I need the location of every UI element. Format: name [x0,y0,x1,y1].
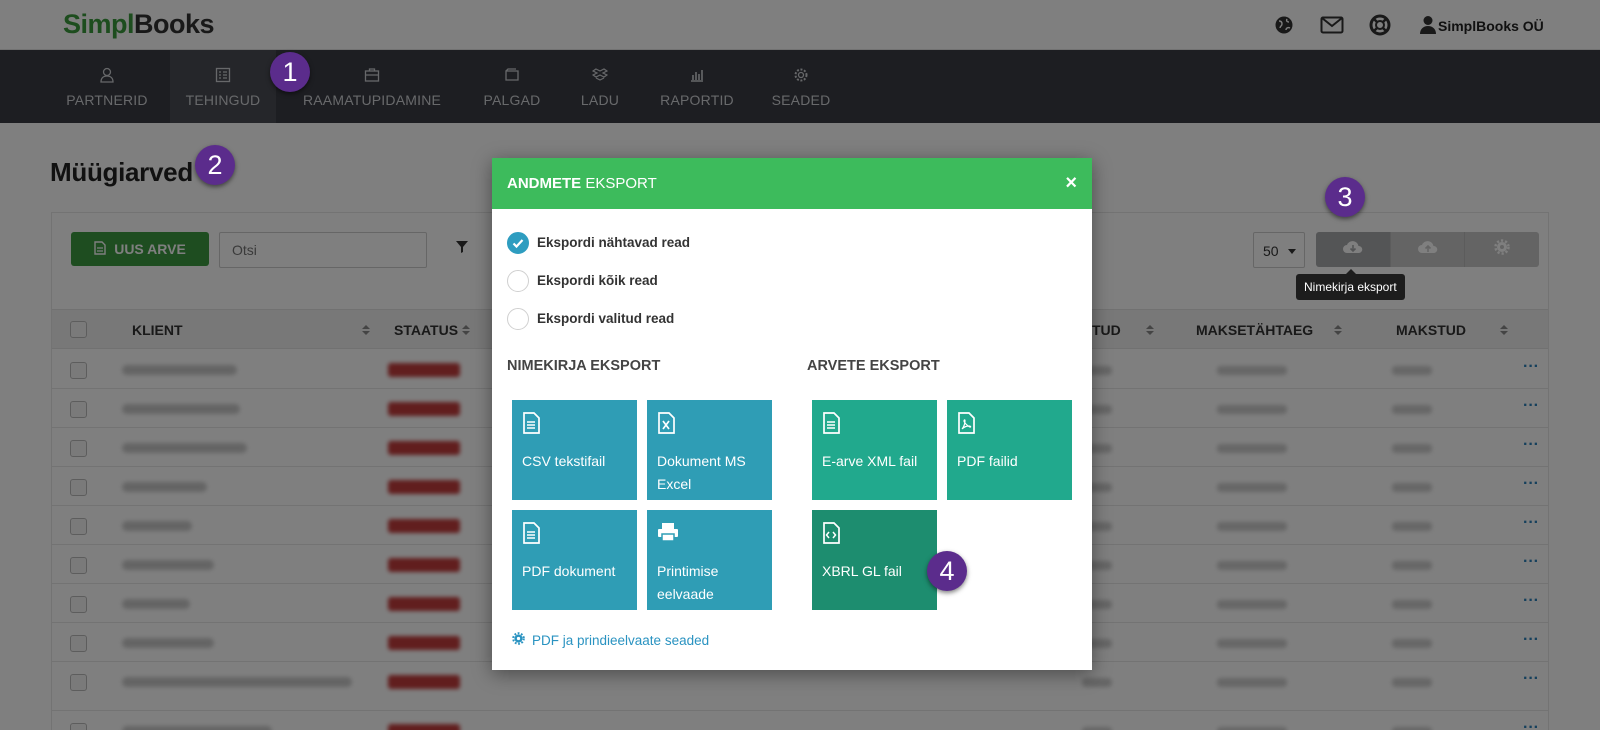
modal-title-rest: EKSPORT [581,175,657,192]
tooltip: Nimekirja eksport [1296,269,1405,300]
radio-selected-rows[interactable] [507,308,529,330]
radio-label[interactable]: Ekspordi valitud read [537,311,674,326]
xbrl-gl-tile[interactable]: XBRL GL fail [812,510,937,610]
radio-label[interactable]: Ekspordi kõik read [537,273,658,288]
modal-header: ANDMETE EKSPORT [492,158,1092,209]
tile-label: Printimise eelvaade [657,563,719,602]
annotation-badge: 2 [195,145,235,185]
invoice-export-heading: ARVETE EKSPORT [807,358,940,374]
file-text-icon [522,522,627,546]
excel-export-tile[interactable]: Dokument MS Excel [647,400,772,500]
settings-link-label: PDF ja prindieelvaate seaded [532,632,710,648]
printer-icon [657,522,762,546]
file-text-icon [522,412,627,436]
app-page: SimplBooks SimplBooks OÜ PARTNERID TEHIN… [0,0,1600,730]
tile-label: PDF dokument [522,563,616,579]
tile-label: XBRL GL fail [822,563,902,579]
gear-icon [512,632,525,648]
e-invoice-xml-tile[interactable]: E-arve XML fail [812,400,937,500]
radio-label[interactable]: Ekspordi nähtavad read [537,235,690,250]
modal-title-bold: ANDMETE [507,175,582,192]
export-modal: ANDMETE EKSPORT × Ekspordi nähtavad read… [492,158,1092,670]
print-preview-tile[interactable]: Printimise eelvaade [647,510,772,610]
tile-label: Dokument MS Excel [657,453,746,492]
file-pdf-icon [957,412,1062,436]
annotation-badge: 3 [1325,177,1365,217]
tile-label: CSV tekstifail [522,453,606,469]
pdf-document-tile[interactable]: PDF dokument [512,510,637,610]
check-icon [512,239,524,249]
file-code-icon [822,522,927,546]
pdf-settings-link[interactable]: PDF ja prindieelvaate seaded [512,632,709,648]
file-excel-icon [657,412,762,436]
radio-visible-rows[interactable] [507,232,529,254]
csv-export-tile[interactable]: CSV tekstifail [512,400,637,500]
pdf-files-tile[interactable]: PDF failid [947,400,1072,500]
tile-label: PDF failid [957,453,1018,469]
annotation-badge: 4 [927,551,967,591]
tile-label: E-arve XML fail [822,453,918,469]
annotation-badge: 1 [270,52,310,92]
list-export-heading: NIMEKIRJA EKSPORT [507,358,661,374]
radio-all-rows[interactable] [507,270,529,292]
close-button[interactable]: × [1065,158,1077,209]
file-text-icon [822,412,927,436]
